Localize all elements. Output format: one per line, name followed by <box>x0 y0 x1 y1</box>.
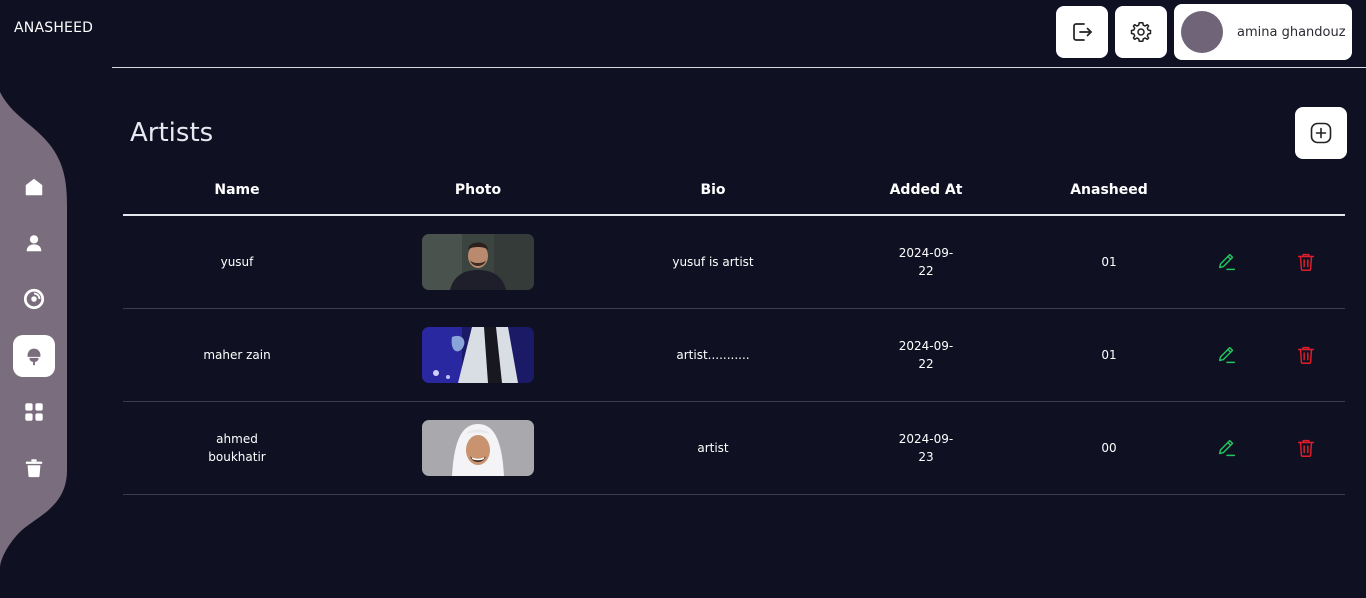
column-header-bio[interactable]: Bio <box>700 182 725 198</box>
column-header-name[interactable]: Name <box>214 182 259 198</box>
home-icon <box>25 178 43 196</box>
delete-button[interactable] <box>1295 251 1317 273</box>
logout-icon <box>1073 23 1092 41</box>
user-name: amina ghandouz <box>1237 24 1346 40</box>
gear-icon <box>1130 22 1152 42</box>
grid-icon <box>25 403 43 421</box>
artist-bio: yusuf is artist <box>672 255 754 269</box>
sidebar-item-categories[interactable] <box>13 391 55 433</box>
user-profile-button[interactable]: amina ghandouz <box>1174 4 1352 60</box>
settings-button[interactable] <box>1115 6 1167 58</box>
artist-name: ahmed boukhatir <box>208 432 266 464</box>
artist-anasheed-count: 00 <box>1101 441 1117 455</box>
artist-added-at: 2024-09- 23 <box>898 432 954 464</box>
artist-bio: artist <box>697 441 729 455</box>
sidebar-item-home[interactable] <box>13 166 55 208</box>
trash-icon <box>1297 253 1315 271</box>
delete-button[interactable] <box>1295 437 1317 459</box>
table-row: maher zain artist........... 2024-09- 22 … <box>123 309 1345 402</box>
sidebar-item-albums[interactable] <box>13 278 55 320</box>
artist-added-at: 2024-09- 22 <box>898 246 954 278</box>
trash-icon <box>1297 439 1315 457</box>
column-header-added-at[interactable]: Added At <box>890 182 963 198</box>
disc-icon <box>23 288 45 310</box>
artist-photo <box>422 420 534 476</box>
header-divider <box>112 67 1366 68</box>
user-icon <box>26 235 42 252</box>
artist-added-at: 2024-09- 22 <box>898 339 954 371</box>
edit-button[interactable] <box>1216 437 1238 459</box>
logout-button[interactable] <box>1056 6 1108 58</box>
column-header-anasheed[interactable]: Anasheed <box>1070 182 1148 198</box>
column-header-photo[interactable]: Photo <box>455 182 501 198</box>
artist-photo <box>422 234 534 290</box>
artist-name: yusuf <box>220 255 254 269</box>
edit-button[interactable] <box>1216 251 1238 273</box>
trash-icon <box>1297 346 1315 364</box>
sidebar-item-artists[interactable] <box>13 335 55 377</box>
sidebar-item-users[interactable] <box>13 222 55 264</box>
table-row: yusuf yusuf is artist 2024-09- 22 01 <box>123 216 1345 309</box>
add-artist-button[interactable] <box>1295 107 1347 159</box>
avatar <box>1181 11 1223 53</box>
plus-square-icon <box>1310 122 1332 144</box>
pencil-icon <box>1218 439 1236 457</box>
pencil-icon <box>1218 253 1236 271</box>
sidebar-item-trash[interactable] <box>13 447 55 489</box>
edit-button[interactable] <box>1216 344 1238 366</box>
artist-name: maher zain <box>203 348 271 362</box>
trash-icon <box>25 459 43 478</box>
artists-table: Name Photo Bio Added At Anasheed yusuf y… <box>123 168 1345 495</box>
artist-bio: artist........... <box>676 348 750 362</box>
microphone-icon <box>27 348 41 366</box>
artist-anasheed-count: 01 <box>1101 348 1117 362</box>
pencil-icon <box>1218 346 1236 364</box>
table-row: ahmed boukhatir artist 2024-09- 23 00 <box>123 402 1345 495</box>
artist-photo <box>422 327 534 383</box>
table-header: Name Photo Bio Added At Anasheed <box>123 168 1345 216</box>
artist-anasheed-count: 01 <box>1101 255 1117 269</box>
page-title: Artists <box>130 118 214 148</box>
delete-button[interactable] <box>1295 344 1317 366</box>
